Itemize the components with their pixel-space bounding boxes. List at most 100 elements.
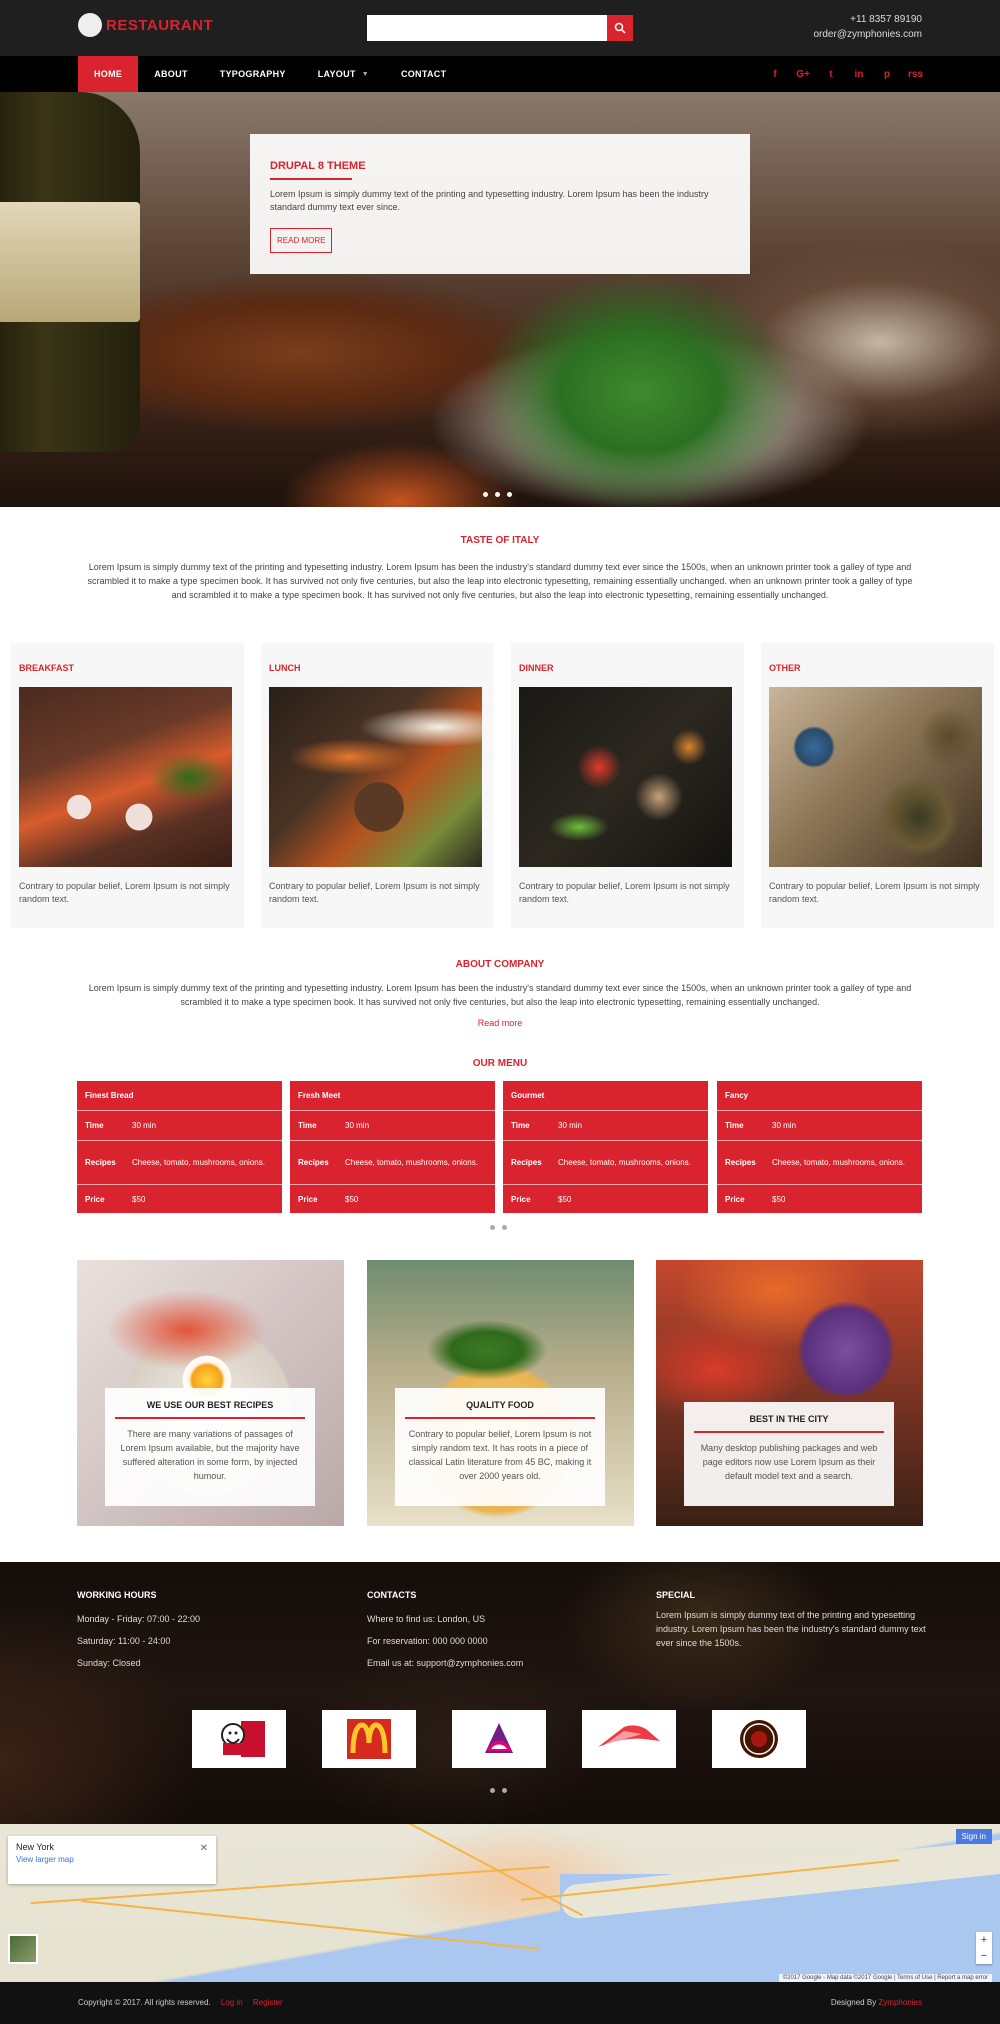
nav-typography[interactable]: TYPOGRAPHY (204, 56, 302, 92)
twitter-icon[interactable]: t (824, 69, 838, 80)
menu-value-price: $50 (345, 1194, 359, 1204)
menu-label-time: Time (725, 1121, 744, 1130)
map-signin-button[interactable]: Sign in (955, 1829, 992, 1844)
menu-label-time: Time (298, 1121, 317, 1130)
kfc-logo[interactable] (192, 1710, 286, 1768)
map-view-larger-link[interactable]: View larger map (16, 1855, 208, 1864)
kfc-icon (221, 1721, 265, 1757)
menu-row-price: Price $50 (290, 1185, 495, 1213)
meal-card-dinner[interactable]: DINNER Contrary to popular belief, Lorem… (511, 643, 744, 928)
register-link[interactable]: Register (253, 1998, 283, 2007)
nav-contact[interactable]: CONTACT (385, 56, 462, 92)
menu-table: Finest Bread Time 30 min Recipes Cheese, t… (77, 1081, 282, 1213)
footer-contact-line: For reservation: 000 000 0000 (367, 1636, 488, 1646)
footer-working-hours: WORKING HOURS Monday - Friday: 07:00 - 2… (77, 1588, 307, 1674)
copyright: Copyright © 2017. All rights reserved. L… (78, 1998, 283, 2007)
feature-caption: QUALITY FOOD Contrary to popular belief,… (395, 1388, 605, 1506)
social-links: f G+ t in p rss (768, 56, 923, 92)
meal-card-title: BREAKFAST (19, 663, 75, 673)
menu-value-time: 30 min (558, 1121, 583, 1130)
footer: WORKING HOURS Monday - Friday: 07:00 - 2… (0, 1562, 1000, 1824)
nav-layout[interactable]: LAYOUT ▼ (302, 56, 385, 92)
menu-header-row: Fresh Meet (290, 1081, 495, 1111)
feature-best-in-city: BEST IN THE CITY Many desktop publishing… (656, 1260, 923, 1526)
pizza-hut-logo[interactable] (582, 1710, 676, 1768)
pizza-hut-icon (598, 1725, 660, 1747)
taco-bell-logo[interactable] (452, 1710, 546, 1768)
feature-text: Contrary to popular belief, Lorem Ipsum … (408, 1429, 592, 1481)
meal-card-text: Contrary to popular belief, Lorem Ipsum … (769, 881, 980, 904)
main-menu: HOME ABOUT TYPOGRAPHY LAYOUT ▼ CONTACT (78, 56, 462, 92)
menu-label-time: Time (511, 1121, 530, 1130)
footer-contact-line[interactable]: Email us at: support@zymphonies.com (367, 1652, 607, 1674)
map-road (317, 1824, 583, 1917)
menu-label-recipes: Recipes (298, 1158, 329, 1167)
meal-card-other[interactable]: OTHER Contrary to popular belief, Lorem … (761, 643, 994, 928)
menu-value-recipes: Cheese, tomato, mushrooms, onions. (132, 1158, 265, 1167)
menu-row-time: Time 30 min (503, 1111, 708, 1141)
slider-dot[interactable] (507, 492, 512, 497)
about-text: Lorem Ipsum is simply dummy text of the … (88, 983, 912, 1007)
menu-label-time: Time (85, 1121, 104, 1130)
pinterest-icon[interactable]: p (880, 69, 894, 80)
map-zoom-control[interactable]: + − (976, 1932, 992, 1964)
carousel-dot[interactable] (502, 1788, 507, 1793)
linkedin-icon[interactable]: in (852, 69, 866, 80)
menu-item-name: Gourmet (511, 1091, 545, 1100)
feature-underline (405, 1417, 595, 1419)
menu-header-row: Fancy (717, 1081, 922, 1111)
menu-label-price: Price (511, 1194, 531, 1204)
feature-title: WE USE OUR BEST RECIPES (146, 1400, 274, 1410)
feature-text: Many desktop publishing packages and web… (700, 1443, 878, 1481)
taste-text: Lorem Ipsum is simply dummy text of the … (87, 562, 913, 600)
slider-dot[interactable] (483, 492, 488, 497)
login-link[interactable]: Log in (221, 1998, 243, 2007)
meal-card-text: Contrary to popular belief, Lorem Ipsum … (519, 881, 730, 904)
google-map[interactable]: New York View larger map ✕ Sign in + − ©… (0, 1824, 1000, 1982)
footer-hours-line: Monday - Friday: 07:00 - 22:00 (77, 1614, 201, 1624)
hero-slider-dots (483, 492, 512, 497)
map-info-card: New York View larger map ✕ (8, 1836, 216, 1884)
zoom-out-button[interactable]: − (976, 1948, 992, 1964)
menu-title: OUR MENU (472, 1058, 528, 1069)
hero-title-underline (270, 178, 352, 180)
about-read-more-link[interactable]: Read more (0, 1018, 1000, 1028)
mcdonalds-icon (347, 1719, 391, 1759)
close-icon[interactable]: ✕ (200, 1843, 208, 1854)
nav-about[interactable]: ABOUT (138, 56, 204, 92)
header-email[interactable]: order@zymphonies.com (813, 27, 922, 42)
meal-card-lunch[interactable]: LUNCH Contrary to popular belief, Lorem … (261, 643, 494, 928)
menu-row-recipes: Recipes Cheese, tomato, mushrooms, onions… (290, 1141, 495, 1185)
site-logo[interactable]: RESTAURANT (78, 13, 213, 37)
menu-item-name: Finest Bread (85, 1091, 134, 1100)
menu-header-row: Gourmet (503, 1081, 708, 1111)
menu-value-price: $50 (132, 1194, 146, 1204)
mcdonalds-logo[interactable] (322, 1710, 416, 1768)
search-button[interactable] (607, 15, 633, 41)
menu-row-time: Time 30 min (77, 1111, 282, 1141)
designer-link[interactable]: Zymphonies (878, 1998, 922, 2007)
slider-dot[interactable] (495, 492, 500, 497)
menu-label-recipes: Recipes (85, 1158, 116, 1167)
menu-row-time: Time 30 min (290, 1111, 495, 1141)
carousel-dot[interactable] (490, 1788, 495, 1793)
rss-icon[interactable]: rss (908, 69, 923, 80)
meal-card-breakfast[interactable]: BREAKFAST Contrary to popular belief, Lo… (11, 643, 244, 928)
facebook-icon[interactable]: f (768, 69, 782, 80)
menu-row-recipes: Recipes Cheese, tomato, mushrooms, onions… (503, 1141, 708, 1185)
feature-best-recipes: WE USE OUR BEST RECIPES There are many v… (77, 1260, 344, 1526)
chipotle-logo[interactable] (712, 1710, 806, 1768)
menu-label-price: Price (85, 1194, 105, 1204)
nav-home[interactable]: HOME (78, 56, 139, 92)
footer-contacts-title: CONTACTS (367, 1590, 417, 1600)
map-satellite-toggle[interactable] (8, 1934, 38, 1964)
zoom-in-button[interactable]: + (976, 1932, 992, 1948)
menu-value-time: 30 min (345, 1121, 370, 1130)
menu-row-recipes: Recipes Cheese, tomato, mushrooms, onions… (717, 1141, 922, 1185)
search-input[interactable] (367, 15, 607, 41)
feature-caption: BEST IN THE CITY Many desktop publishing… (684, 1402, 894, 1506)
carousel-dot[interactable] (502, 1225, 507, 1230)
carousel-dot[interactable] (490, 1225, 495, 1230)
hero-read-more-button[interactable]: READ MORE (270, 228, 333, 253)
google-plus-icon[interactable]: G+ (796, 69, 810, 80)
